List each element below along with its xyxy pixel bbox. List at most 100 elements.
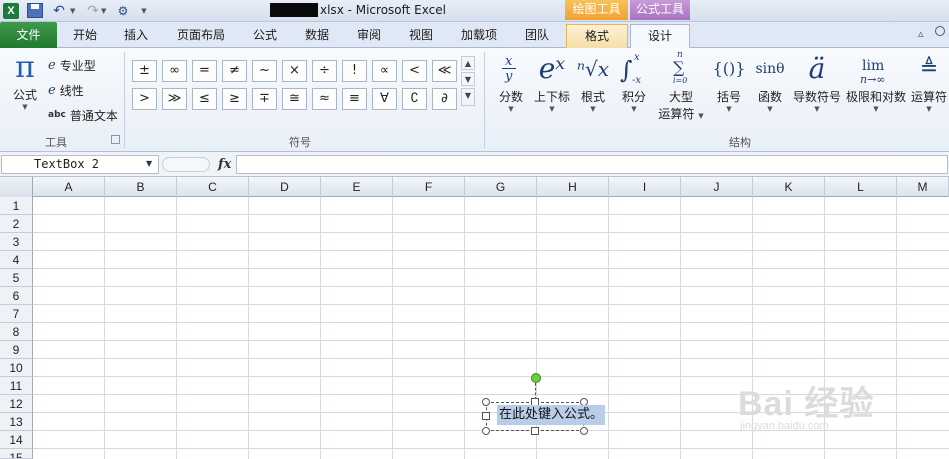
row-header[interactable]: 9 <box>0 341 33 359</box>
scroll-down-icon[interactable]: ▼ <box>461 72 475 86</box>
symbol-button[interactable]: < <box>402 60 427 82</box>
tab-design[interactable]: 设计 <box>630 24 690 49</box>
formula-bar-expander[interactable] <box>162 157 210 172</box>
tab-home[interactable]: 开始 <box>62 24 108 48</box>
column-header[interactable]: L <box>825 177 897 197</box>
name-box-dropdown-icon[interactable]: ▼ <box>146 159 152 168</box>
redo-dropdown-icon[interactable]: ▼ <box>101 2 106 19</box>
integral-button[interactable]: ∫ x -x 积分 ▼ <box>614 52 654 113</box>
row-header[interactable]: 5 <box>0 269 33 287</box>
symbol-button[interactable]: ∓ <box>252 88 277 110</box>
symbol-button[interactable]: ≥ <box>222 88 247 110</box>
scroll-up-icon[interactable]: ▲ <box>461 56 475 70</box>
minimize-ribbon-icon[interactable] <box>935 26 945 36</box>
formula-input[interactable] <box>236 155 948 174</box>
fraction-button[interactable]: x y 分数 ▼ <box>494 52 528 113</box>
quick-access-tool-icon[interactable]: ⚙ <box>115 2 131 19</box>
symbol-button[interactable]: ≈ <box>312 88 337 110</box>
symbol-button[interactable]: ≪ <box>432 60 457 82</box>
formula-insert-button[interactable]: π 公式 ▼ <box>8 52 42 112</box>
function-button[interactable]: sinθ 函数 ▼ <box>751 52 789 113</box>
column-header[interactable]: C <box>177 177 249 197</box>
excel-app-icon[interactable]: X <box>3 3 19 19</box>
select-all-corner[interactable] <box>0 177 33 197</box>
symbol-button[interactable]: ≅ <box>282 88 307 110</box>
column-header[interactable]: D <box>249 177 321 197</box>
tab-format[interactable]: 格式 <box>566 24 628 48</box>
column-header[interactable]: F <box>393 177 465 197</box>
limit-log-button[interactable]: lim n→∞ 极限和对数 ▼ <box>845 52 907 113</box>
tab-view[interactable]: 视图 <box>398 24 444 48</box>
row-header[interactable]: 8 <box>0 323 33 341</box>
symbol-button[interactable]: ! <box>342 60 367 82</box>
row-header[interactable]: 11 <box>0 377 33 395</box>
symbol-button[interactable]: ∞ <box>162 60 187 82</box>
resize-handle-sw[interactable] <box>482 427 490 435</box>
tab-review[interactable]: 审阅 <box>346 24 392 48</box>
tab-formulas[interactable]: 公式 <box>242 24 288 48</box>
symbol-button[interactable]: × <box>282 60 307 82</box>
column-header[interactable]: H <box>537 177 609 197</box>
row-header[interactable]: 12 <box>0 395 33 413</box>
undo-icon[interactable]: ↶ <box>50 2 68 19</box>
symbol-button[interactable]: = <box>192 60 217 82</box>
symbol-button[interactable]: ∝ <box>372 60 397 82</box>
professional-button[interactable]: e 专业型 <box>48 55 96 75</box>
operator-button[interactable]: ≜ 运算符 ▼ <box>910 52 948 113</box>
customize-quick-access-icon[interactable]: ▼ <box>139 2 149 19</box>
column-header[interactable]: M <box>897 177 949 197</box>
dialog-launcher-icon[interactable] <box>111 135 120 144</box>
tab-data[interactable]: 数据 <box>294 24 340 48</box>
column-header[interactable]: J <box>681 177 753 197</box>
script-button[interactable]: eˣ 上下标 ▼ <box>532 52 572 113</box>
row-header[interactable]: 3 <box>0 233 33 251</box>
undo-dropdown-icon[interactable]: ▼ <box>70 2 75 19</box>
row-header[interactable]: 10 <box>0 359 33 377</box>
row-header[interactable]: 1 <box>0 197 33 215</box>
resize-handle-se[interactable] <box>580 427 588 435</box>
symbol-button[interactable]: ∂ <box>432 88 457 110</box>
rotate-handle[interactable] <box>531 373 541 383</box>
name-box[interactable]: TextBox 2 <box>1 155 159 174</box>
large-operator-button[interactable]: n ∑ i=0 大型 运算符 ▼ <box>656 50 706 122</box>
bracket-button[interactable]: {()} 括号 ▼ <box>710 52 748 113</box>
symbol-button[interactable]: > <box>132 88 157 110</box>
resize-handle-nw[interactable] <box>482 398 490 406</box>
resize-handle-s[interactable] <box>531 427 539 435</box>
row-header[interactable]: 15 <box>0 449 33 459</box>
column-header[interactable]: B <box>105 177 177 197</box>
symbol-button[interactable]: ∀ <box>372 88 397 110</box>
help-icon[interactable]: ▵ <box>918 27 924 40</box>
column-header[interactable]: A <box>33 177 105 197</box>
row-header[interactable]: 4 <box>0 251 33 269</box>
resize-handle-w[interactable] <box>482 412 490 420</box>
linear-button[interactable]: e 线性 <box>48 80 84 100</box>
gallery-more-icon[interactable]: ▼ <box>461 88 475 106</box>
tab-file[interactable]: 文件 <box>0 22 57 48</box>
accent-button[interactable]: ä 导数符号 ▼ <box>791 52 843 113</box>
tab-team[interactable]: 团队 <box>514 24 560 48</box>
tab-add-ins[interactable]: 加载项 <box>450 24 508 48</box>
symbol-button[interactable]: ≠ <box>222 60 247 82</box>
row-header[interactable]: 6 <box>0 287 33 305</box>
symbol-button[interactable]: ≡ <box>342 88 367 110</box>
plain-text-button[interactable]: abc 普通文本 <box>48 105 118 125</box>
row-header[interactable]: 13 <box>0 413 33 431</box>
column-header[interactable]: G <box>465 177 537 197</box>
symbol-button[interactable]: ÷ <box>312 60 337 82</box>
column-header[interactable]: K <box>753 177 825 197</box>
equation-placeholder[interactable]: 在此处键入公式。 <box>497 405 606 425</box>
symbol-button[interactable]: ≫ <box>162 88 187 110</box>
row-header[interactable]: 7 <box>0 305 33 323</box>
tab-page-layout[interactable]: 页面布局 <box>165 24 237 48</box>
symbol-button[interactable]: ∁ <box>402 88 427 110</box>
symbol-button[interactable]: ~ <box>252 60 277 82</box>
column-header[interactable]: I <box>609 177 681 197</box>
symbol-button[interactable]: ± <box>132 60 157 82</box>
radical-button[interactable]: ⁿ√x 根式 ▼ <box>576 52 610 113</box>
symbol-button[interactable]: ≤ <box>192 88 217 110</box>
insert-function-icon[interactable]: fx <box>218 157 231 172</box>
save-icon[interactable] <box>27 3 43 18</box>
tab-insert[interactable]: 插入 <box>113 24 159 48</box>
row-header[interactable]: 2 <box>0 215 33 233</box>
